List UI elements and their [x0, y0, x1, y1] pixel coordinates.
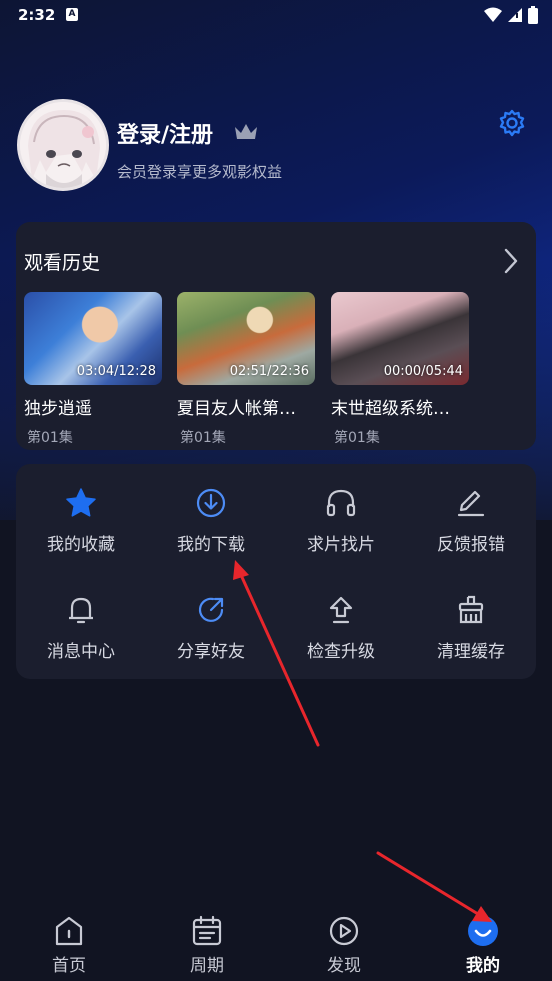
calendar-icon	[192, 915, 222, 946]
share-icon	[198, 597, 224, 622]
wifi-icon	[484, 7, 502, 22]
nav-discover[interactable]: 发现	[299, 914, 389, 976]
watch-history-card: 观看历史 03:04/12:28 独步逍遥 第01集 02:51/22:36 夏…	[16, 222, 536, 450]
status-bar: 2:32 A	[0, 0, 552, 32]
feedback-button[interactable]: 反馈报错	[406, 464, 536, 564]
clear-cache-button[interactable]: 清理缓存	[406, 571, 536, 671]
download-icon	[196, 488, 226, 518]
video-thumbnail[interactable]: 02:51/22:36	[177, 292, 315, 385]
feedback-label: 反馈报错	[437, 535, 505, 555]
episode-label: 第01集	[180, 430, 226, 446]
share-button[interactable]: 分享好友	[146, 571, 276, 671]
edit-icon	[457, 490, 485, 517]
request-video-button[interactable]: 求片找片	[276, 464, 406, 564]
video-title: 末世超级系统…	[331, 399, 450, 419]
episode-label: 第01集	[27, 430, 73, 446]
messages-label: 消息中心	[47, 642, 115, 662]
home-icon	[55, 916, 83, 946]
nav-schedule[interactable]: 周期	[162, 914, 252, 976]
history-item[interactable]: 00:00/05:44 末世超级系统… 第01集	[331, 292, 471, 447]
status-time: 2:32	[18, 6, 56, 24]
broom-icon	[458, 595, 484, 624]
video-thumbnail[interactable]: 00:00/05:44	[331, 292, 469, 385]
notification-icon: A	[66, 8, 78, 21]
nav-discover-label: 发现	[327, 956, 361, 976]
function-grid-card: 我的收藏 我的下载 求片找片 反馈报错 消息中心 分享好友 检查升级 清理缓存	[16, 464, 536, 679]
check-update-button[interactable]: 检查升级	[276, 571, 406, 671]
clear-cache-label: 清理缓存	[437, 642, 505, 662]
bottom-navigation: 首页 周期 发现 我的	[0, 900, 552, 981]
progress-time: 02:51/22:36	[229, 364, 309, 379]
nav-mine-label: 我的	[466, 956, 500, 976]
video-thumbnail[interactable]: 03:04/12:28	[24, 292, 162, 385]
bell-icon	[69, 597, 93, 624]
history-item[interactable]: 02:51/22:36 夏目友人帐第… 第01集	[177, 292, 317, 447]
nav-home[interactable]: 首页	[24, 914, 114, 976]
nav-mine[interactable]: 我的	[438, 914, 528, 976]
history-item[interactable]: 03:04/12:28 独步逍遥 第01集	[24, 292, 164, 447]
nav-schedule-label: 周期	[190, 956, 224, 976]
messages-button[interactable]: 消息中心	[16, 571, 146, 671]
crown-icon	[235, 124, 257, 139]
play-icon	[329, 916, 359, 946]
upgrade-icon	[329, 596, 353, 624]
favorites-label: 我的收藏	[47, 535, 115, 555]
downloads-button[interactable]: 我的下载	[146, 464, 276, 564]
nav-home-label: 首页	[52, 956, 86, 976]
login-register-link[interactable]: 登录/注册	[117, 117, 213, 149]
star-icon	[66, 488, 96, 517]
video-title: 夏目友人帐第…	[177, 399, 296, 419]
gear-icon[interactable]	[498, 109, 526, 137]
watch-history-title: 观看历史	[24, 252, 101, 274]
progress-time: 00:00/05:44	[383, 364, 463, 379]
downloads-label: 我的下载	[177, 535, 245, 555]
chevron-right-icon[interactable]	[504, 248, 518, 274]
profile-subtitle: 会员登录享更多观影权益	[117, 163, 283, 181]
smile-icon	[468, 916, 498, 946]
share-label: 分享好友	[177, 642, 245, 662]
check-update-label: 检查升级	[307, 642, 375, 662]
avatar[interactable]	[17, 99, 109, 191]
status-icons	[484, 6, 538, 24]
progress-time: 03:04/12:28	[76, 364, 156, 379]
battery-icon	[528, 6, 538, 24]
video-title: 独步逍遥	[24, 399, 92, 419]
request-video-label: 求片找片	[307, 535, 375, 555]
signal-icon	[508, 8, 522, 22]
headphones-icon	[326, 489, 356, 517]
favorites-button[interactable]: 我的收藏	[16, 464, 146, 564]
episode-label: 第01集	[334, 430, 380, 446]
avatar-image	[20, 102, 106, 188]
